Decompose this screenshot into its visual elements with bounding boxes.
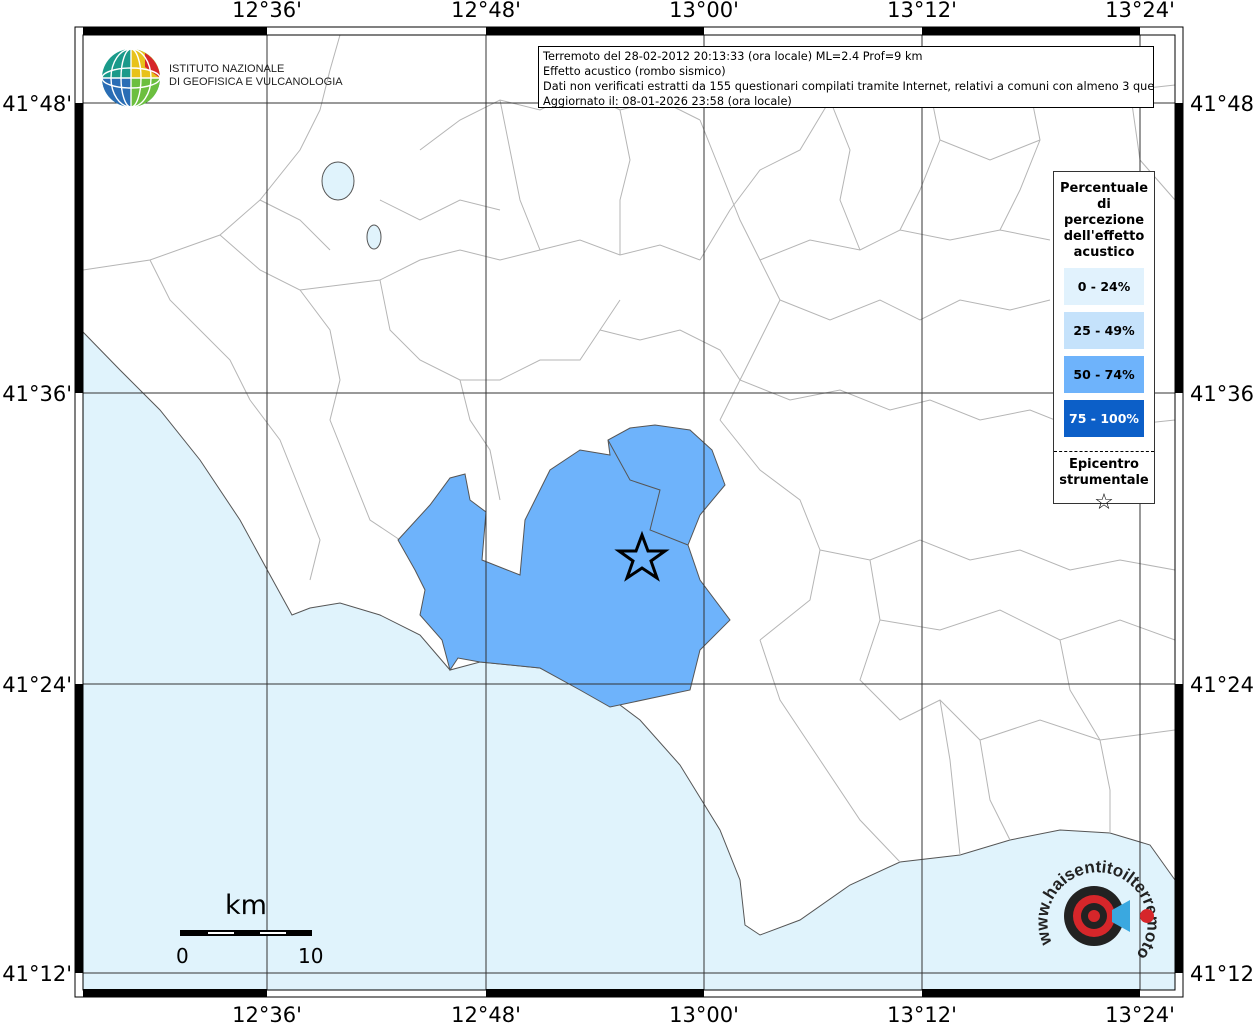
lat-label-right-3: 41°24' bbox=[1190, 673, 1256, 697]
hsit-logo: www.haisentitoilterremoto.it bbox=[1029, 843, 1162, 978]
event-info-box: Terremoto del 28-02-2012 20:13:33 (ora l… bbox=[538, 46, 1154, 108]
lon-label-bottom-1: 12°36' bbox=[232, 1003, 302, 1024]
legend-item-label: 0 - 24% bbox=[1077, 279, 1131, 294]
lake-martignano bbox=[366, 224, 382, 250]
hsit-logo-icon: www.haisentitoilterremoto.it bbox=[1029, 843, 1162, 963]
lon-label-top-1: 12°36' bbox=[232, 0, 302, 22]
scale-bar: km 0 10 bbox=[176, 890, 326, 970]
event-info-line3: Dati non verificati estratti da 155 ques… bbox=[543, 80, 1154, 93]
scale-unit: km bbox=[225, 890, 267, 921]
legend-star-icon: ☆ bbox=[1094, 490, 1114, 515]
event-info-line1: Terremoto del 28-02-2012 20:13:33 (ora l… bbox=[543, 50, 923, 63]
lat-label-left-1: 41°48' bbox=[2, 92, 72, 116]
lon-label-bottom-5: 13°24' bbox=[1105, 1003, 1175, 1024]
legend: Percentuale di percezione dell'effetto a… bbox=[1053, 171, 1155, 515]
ingv-logo: ISTITUTO NAZIONALE DI GEOFISICA E VULCAN… bbox=[100, 47, 343, 109]
lat-labels-left: 41°48' 41°36' 41°24' 41°12' bbox=[2, 92, 72, 986]
lon-label-top-5: 13°24' bbox=[1105, 0, 1175, 22]
lat-label-left-2: 41°36' bbox=[2, 382, 72, 406]
legend-item-50-74: 50 - 74% bbox=[1064, 356, 1144, 393]
legend-item-25-49: 25 - 49% bbox=[1064, 312, 1144, 349]
scale-bar-graphic bbox=[180, 930, 312, 936]
lon-labels-top: 12°36' 12°48' 13°00' 13°12' 13°24' bbox=[232, 0, 1175, 22]
ingv-logo-line2: DI GEOFISICA E VULCANOLOGIA bbox=[169, 76, 343, 88]
legend-title: Percentuale di percezione dell'effetto a… bbox=[1059, 181, 1149, 260]
lon-labels-bottom: 12°36' 12°48' 13°00' 13°12' 13°24' bbox=[232, 1003, 1175, 1024]
scale-start-label: 0 bbox=[176, 944, 189, 968]
legend-item-label: 75 - 100% bbox=[1069, 411, 1139, 426]
lon-label-top-4: 13°12' bbox=[887, 0, 957, 22]
legend-item-label: 25 - 49% bbox=[1073, 323, 1135, 338]
lat-label-right-1: 41°48' bbox=[1190, 92, 1256, 116]
lon-label-top-3: 13°00' bbox=[669, 0, 739, 22]
lon-label-bottom-4: 13°12' bbox=[887, 1003, 957, 1024]
lon-label-bottom-2: 12°48' bbox=[451, 1003, 521, 1024]
ingv-globe-icon bbox=[101, 48, 161, 108]
ingv-logo-text: ISTITUTO NAZIONALE DI GEOFISICA E VULCAN… bbox=[169, 63, 343, 89]
lat-label-left-4: 41°12' bbox=[2, 962, 72, 986]
lat-label-left-3: 41°24' bbox=[2, 673, 72, 697]
ingv-logo-line1: ISTITUTO NAZIONALE bbox=[169, 63, 285, 75]
scale-end-label: 10 bbox=[298, 944, 324, 968]
legend-item-label: 50 - 74% bbox=[1073, 367, 1135, 382]
lon-label-bottom-3: 13°00' bbox=[669, 1003, 739, 1024]
event-info-line2: Effetto acustico (rombo sismico) bbox=[543, 65, 726, 78]
legend-epicenter-label: Epicentro strumentale bbox=[1059, 457, 1149, 488]
lat-labels-right: 41°48' 41°36' 41°24' 41°12' bbox=[1190, 92, 1256, 986]
legend-item-0-24: 0 - 24% bbox=[1064, 268, 1144, 305]
lon-label-top-2: 12°48' bbox=[451, 0, 521, 22]
event-info-line4: Aggiornato il: 08-01-2026 23:58 (ora loc… bbox=[543, 95, 792, 108]
lake-bracciano bbox=[321, 161, 355, 201]
lat-label-right-2: 41°36' bbox=[1190, 382, 1256, 406]
legend-item-75-100: 75 - 100% bbox=[1064, 400, 1144, 437]
lat-label-right-4: 41°12' bbox=[1190, 962, 1256, 986]
legend-separator bbox=[1054, 451, 1154, 452]
